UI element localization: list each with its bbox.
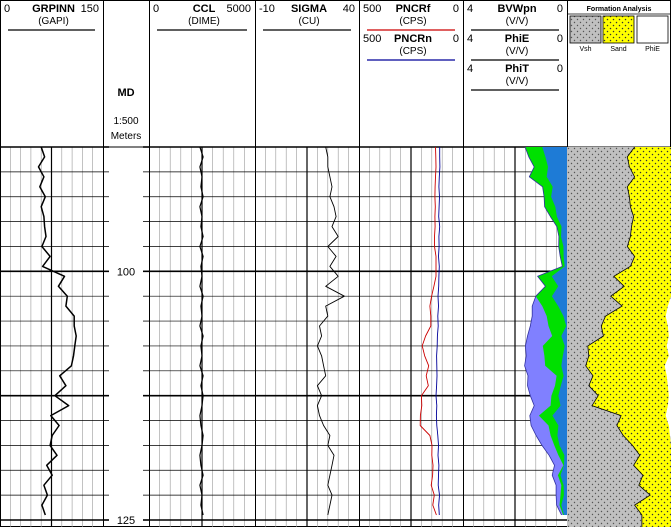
curve-name: PhiT (505, 63, 529, 75)
legend-vsh-label: Vsh (579, 46, 591, 53)
curve-name: CCL (193, 3, 216, 15)
curve-unit: (GAPI) (38, 16, 69, 27)
curve-name: PhiE (505, 33, 529, 45)
scale-right: 0 (557, 3, 563, 15)
scale-right: 150 (81, 3, 99, 15)
pncrn-curve (435, 147, 441, 516)
depth-scale: 1:500 (113, 116, 138, 127)
well-log-chart: 0 150GRPINN(GAPI)0 5000CCL(DIME)-10 40SIGMA… (0, 0, 671, 527)
scale-right: 0 (557, 33, 563, 45)
legend-phie-label: PhiE (645, 46, 660, 53)
sigma-curve (316, 146, 345, 516)
scale-left: 0 (4, 3, 10, 15)
legend-vsh-swatch (569, 15, 602, 44)
curve-name: PNCRf (396, 3, 431, 15)
legend-phie-swatch (636, 15, 669, 44)
scale-right: 0 (557, 63, 563, 75)
scale-left: 500 (363, 33, 381, 45)
scale-left: 4 (467, 3, 473, 15)
scale-left: 4 (467, 33, 473, 45)
curve-name: PNCRn (394, 33, 432, 45)
legend-sand-swatch (602, 15, 635, 44)
scale-right: 5000 (227, 3, 251, 15)
depth-label: 100 (117, 266, 135, 278)
grpinn-curve (37, 146, 77, 516)
curve-unit: (V/V) (506, 46, 529, 57)
legend-sand-label: Sand (610, 46, 626, 53)
scale-left: 0 (153, 3, 159, 15)
scale-right: 40 (343, 3, 355, 15)
curve-unit: (CPS) (399, 46, 426, 57)
depth-label: 125 (117, 515, 135, 527)
curve-unit: (V/V) (506, 76, 529, 87)
scale-right: 0 (453, 33, 459, 45)
curve-name: BVWpn (497, 3, 536, 15)
pncrf-curve (419, 146, 437, 516)
curve-unit: (CPS) (399, 16, 426, 27)
depth-units: Meters (111, 131, 142, 142)
curve-unit: (V/V) (506, 16, 529, 27)
scale-left: -10 (259, 3, 275, 15)
scale-left: 500 (363, 3, 381, 15)
scale-left: 4 (467, 63, 473, 75)
curve-name: GRPINN (32, 3, 75, 15)
curve-unit: (CU) (298, 16, 319, 27)
curve-unit: (DIME) (188, 16, 220, 27)
curve-name: SIGMA (291, 3, 327, 15)
depth-title: MD (117, 87, 134, 99)
formation-title: Formation Analysis (587, 6, 652, 13)
scale-right: 0 (453, 3, 459, 15)
